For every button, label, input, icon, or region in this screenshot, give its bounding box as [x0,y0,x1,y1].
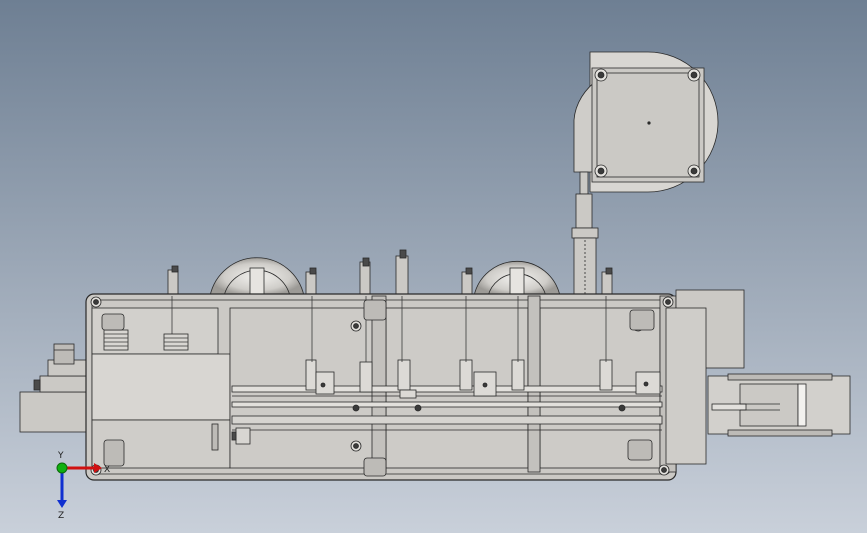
z-axis-label: Z [58,511,64,521]
y-axis-label: Y [57,451,64,461]
cad-viewport[interactable]: X Y Z [0,0,867,533]
x-axis-label: X [104,465,110,475]
assembly-drawing[interactable]: X Y Z [0,0,867,533]
